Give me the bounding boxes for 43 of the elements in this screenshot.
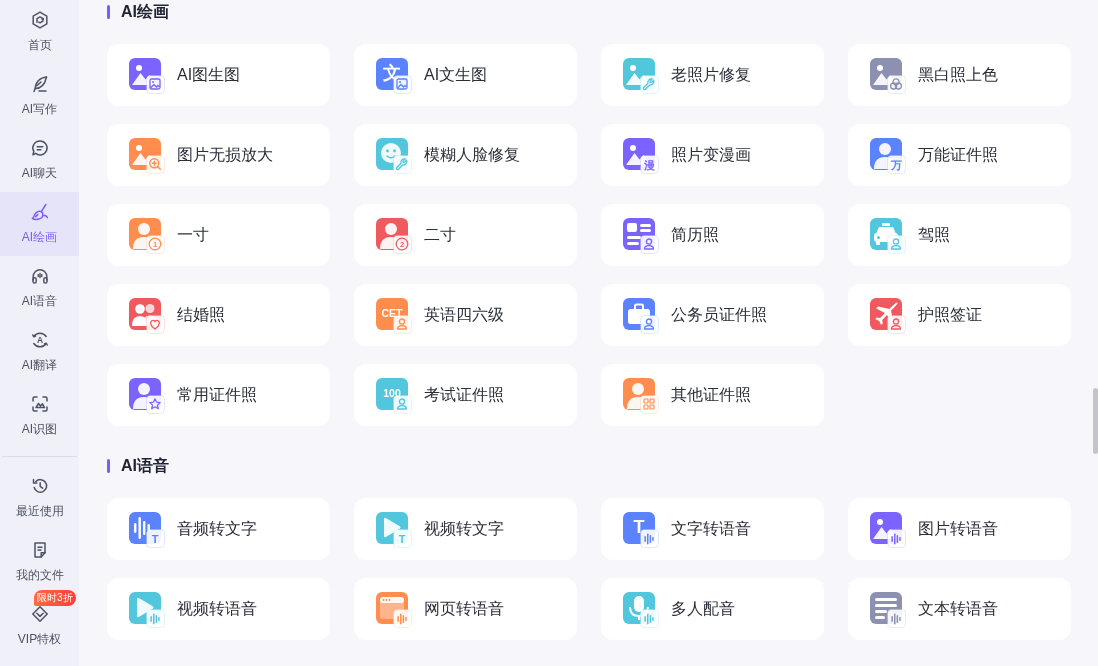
section-title: AI绘画 xyxy=(107,2,169,22)
sidebar-item[interactable]: A AI翻译 xyxy=(0,320,79,384)
tool-card[interactable]: 结婚照 xyxy=(107,284,330,346)
tool-card[interactable]: 多人配音 xyxy=(601,578,824,640)
tool-card[interactable]: 其他证件照 xyxy=(601,364,824,426)
tool-card[interactable]: T 视频转文字 xyxy=(354,498,577,560)
discount-badge: 限时3折 xyxy=(34,590,76,606)
sidebar-item[interactable]: AI识图 xyxy=(0,384,79,448)
tool-card[interactable]: 万 万能证件照 xyxy=(848,124,1071,186)
tool-card[interactable]: 图片转语音 xyxy=(848,498,1071,560)
tool-card[interactable]: 图片无损放大 xyxy=(107,124,330,186)
sidebar-item[interactable]: AI语音 xyxy=(0,256,79,320)
tool-card[interactable]: 老照片修复 xyxy=(601,44,824,106)
tool-card[interactable]: T 音频转文字 xyxy=(107,498,330,560)
brush-icon xyxy=(29,202,50,222)
tool-card[interactable]: AI图生图 xyxy=(107,44,330,106)
sidebar-item[interactable]: AI聊天 xyxy=(0,128,79,192)
tool-card[interactable]: CET 英语四六级 xyxy=(354,284,577,346)
tool-card[interactable]: 公务员证件照 xyxy=(601,284,824,346)
tool-card[interactable]: 文 AI文生图 xyxy=(354,44,577,106)
tool-card[interactable]: T 文字转语音 xyxy=(601,498,824,560)
tool-card[interactable]: 黑白照上色 xyxy=(848,44,1071,106)
tool-card[interactable]: 简历照 xyxy=(601,204,824,266)
hexagon-icon xyxy=(29,10,50,30)
headphones-icon xyxy=(29,266,50,286)
scan-frame-icon xyxy=(29,394,50,414)
tool-card[interactable]: 视频转语音 xyxy=(107,578,330,640)
tool-card[interactable]: 驾照 xyxy=(848,204,1071,266)
tool-card[interactable]: 模糊人脸修复 xyxy=(354,124,577,186)
diamond-icon xyxy=(29,604,50,624)
chat-bubble-icon xyxy=(29,138,50,158)
scrollbar-thumb[interactable] xyxy=(1093,388,1098,454)
tool-card[interactable]: 护照签证 xyxy=(848,284,1071,346)
section-title: AI语音 xyxy=(107,456,169,476)
tool-card[interactable]: 漫 照片变漫画 xyxy=(601,124,824,186)
sidebar-item[interactable]: 首页 xyxy=(0,0,79,64)
tool-card[interactable]: 网页转语音 xyxy=(354,578,577,640)
sidebar-item[interactable]: AI写作 xyxy=(0,64,79,128)
tool-card[interactable]: 100 考试证件照 xyxy=(354,364,577,426)
tool-card[interactable]: 文本转语音 xyxy=(848,578,1071,640)
sidebar-item[interactable]: 最近使用 xyxy=(0,466,79,530)
tool-card[interactable]: 常用证件照 xyxy=(107,364,330,426)
sidebar-item[interactable]: AI绘画 xyxy=(0,192,79,256)
